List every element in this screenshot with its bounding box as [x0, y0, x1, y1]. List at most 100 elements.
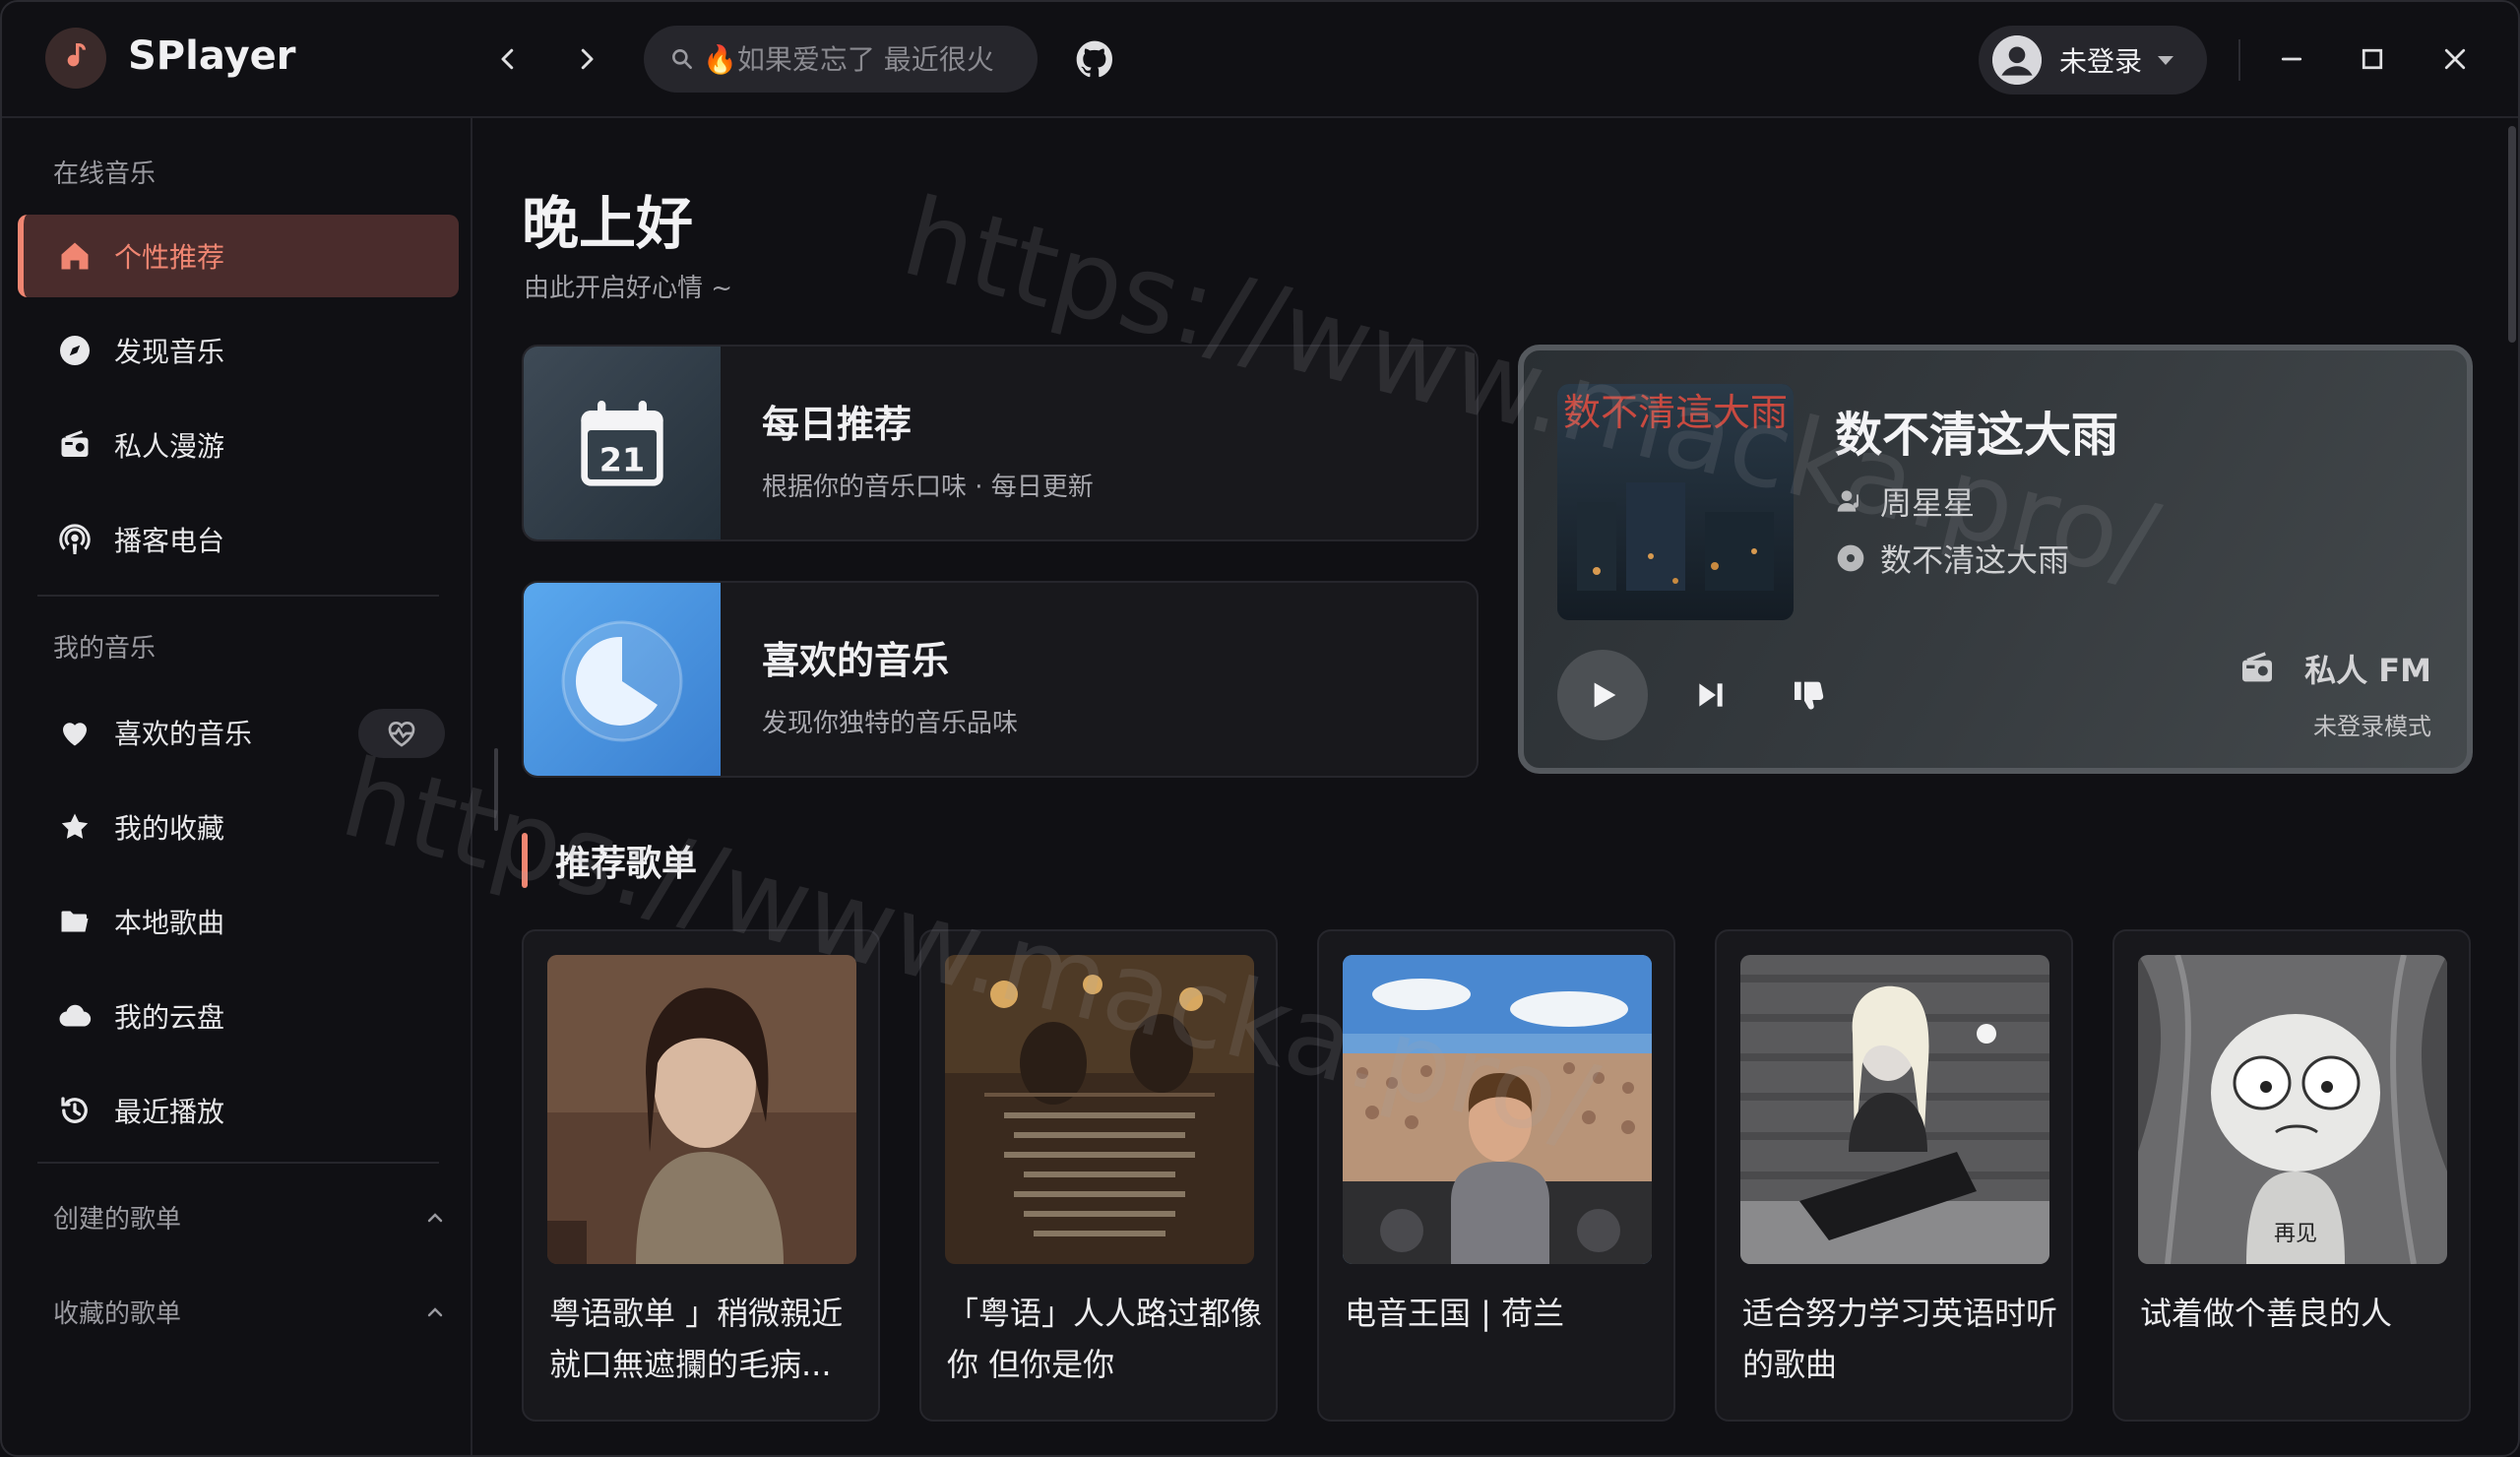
history-icon [61, 1097, 88, 1123]
sidebar-item-label: 本地歌曲 [114, 907, 225, 939]
playlist-card[interactable]: 「粤语」人人路过都像你 但你是你 [919, 929, 1278, 1422]
liked-subtitle: 发现你独特的音乐品味 [762, 709, 1019, 738]
liked-title: 喜欢的音乐 [762, 639, 950, 682]
playlist-cover-art: 再见 [2138, 955, 2447, 1264]
playlist-card[interactable]: 粤语歌单 」稍微親近就口無遮攔的毛病... [522, 929, 880, 1422]
heartbeat-icon [388, 722, 415, 747]
playlist-cover [945, 955, 1254, 1264]
playlist-cover-art [547, 955, 856, 1264]
heart-icon [63, 723, 87, 746]
collected-playlists-title: 收藏的歌单 [53, 1299, 182, 1329]
forward-button[interactable] [565, 37, 608, 81]
created-playlists-title: 创建的歌单 [53, 1205, 182, 1235]
sidebar-item-liked[interactable]: 喜欢的音乐 [18, 691, 459, 774]
album-icon [1837, 544, 1864, 572]
sidebar-item-label: 播客电台 [114, 525, 225, 557]
home-icon [61, 242, 89, 270]
folder-icon [61, 911, 89, 932]
next-icon[interactable] [1691, 675, 1731, 715]
playlist-cover-text: 再见 [2274, 1222, 2317, 1246]
recommend-playlists-header: 推荐歌单 [522, 833, 697, 888]
playlist-cover: 再见 [2138, 955, 2447, 1264]
chevron-right-icon [581, 48, 594, 70]
fm-album[interactable]: 数不清这大雨 [1835, 536, 2069, 581]
liked-disc-icon [561, 620, 683, 742]
playlist-card[interactable]: 电音王国 | 荷兰 [1317, 929, 1675, 1422]
github-button[interactable] [1073, 37, 1116, 81]
title-bar: SPlayer 未登录 [2, 2, 2518, 118]
created-playlists-toggle[interactable]: 创建的歌单 [53, 1199, 447, 1235]
fm-play-button[interactable] [1557, 650, 1648, 740]
sidebar-item-recommend[interactable]: 个性推荐 [18, 215, 459, 297]
sidebar-item-roaming[interactable]: 私人漫游 [18, 404, 459, 486]
sidebar-item-label: 私人漫游 [114, 430, 225, 463]
sidebar-item-cloud[interactable]: 我的云盘 [18, 975, 459, 1057]
daily-title: 每日推荐 [762, 403, 913, 446]
page-subtitle: 由此开启好心情 ~ [524, 274, 733, 303]
maximize-icon [2362, 48, 2383, 70]
scrollbar[interactable] [2508, 126, 2516, 343]
liked-thumb [524, 583, 721, 776]
fm-cover-text: 数不清這大雨 [1563, 391, 1788, 434]
search-box[interactable] [644, 26, 1038, 93]
section-title: 推荐歌单 [555, 844, 698, 884]
daily-recommend-card[interactable]: 21 每日推荐 根据你的音乐口味 · 每日更新 [522, 345, 1479, 541]
playlist-cover [547, 955, 856, 1264]
maximize-button[interactable] [2351, 37, 2394, 81]
search-input[interactable] [703, 42, 1008, 76]
sidebar-item-collection[interactable]: 我的收藏 [18, 786, 459, 868]
sidebar-item-recent[interactable]: 最近播放 [18, 1069, 459, 1152]
back-button[interactable] [486, 37, 530, 81]
fm-cover-art: 数不清這大雨 [1557, 384, 1794, 620]
collected-playlists-toggle[interactable]: 收藏的歌单 [53, 1294, 447, 1330]
main-content: 晚上好 由此开启好心情 ~ 21 每日推荐 根据你的音乐口味 · 每日更新 喜欢… [474, 118, 2518, 1455]
titlebar-divider [2238, 39, 2240, 81]
app-title: SPlayer [128, 33, 296, 79]
sidebar-item-label: 喜欢的音乐 [114, 718, 253, 750]
github-icon [1076, 40, 1112, 78]
user-name: 未登录 [2059, 45, 2143, 78]
fm-song-title: 数不清这大雨 [1835, 408, 2119, 463]
private-fm-card: 数不清這大雨 数不清这大雨 周星星 数不清这大雨 私人 FM 未登录模式 [1518, 345, 2473, 774]
playlist-card[interactable]: 再见 试着做个善良的人 [2112, 929, 2471, 1422]
close-icon [2444, 48, 2466, 70]
sidebar-item-label: 个性推荐 [114, 241, 225, 274]
fm-artist[interactable]: 周星星 [1835, 478, 1975, 524]
section-accent-bar [522, 833, 528, 888]
user-menu-button[interactable]: 未登录 [1979, 26, 2207, 95]
sidebar-divider [37, 595, 439, 597]
fm-artist-name: 周星星 [1880, 484, 1976, 522]
sidebar-item-podcast[interactable]: 播客电台 [18, 498, 459, 581]
fm-mode: 未登录模式 [2313, 713, 2431, 740]
playlist-card[interactable]: 适合努力学习英语时听的歌曲 [1715, 929, 2073, 1422]
minimize-icon [2281, 57, 2302, 61]
playlist-cover-art [945, 955, 1254, 1264]
fm-cover[interactable]: 数不清這大雨 [1557, 384, 1794, 620]
dislike-icon[interactable] [1790, 675, 1829, 715]
close-button[interactable] [2433, 37, 2477, 81]
sidebar-item-label: 最近播放 [114, 1096, 225, 1128]
playlist-cover-art [1343, 955, 1652, 1264]
playlist-name: 「粤语」人人路过都像你 但你是你 [947, 1295, 1262, 1383]
calendar-day: 21 [599, 441, 645, 479]
artist-icon [1837, 490, 1859, 512]
sidebar-item-discover[interactable]: 发现音乐 [18, 309, 459, 392]
heartbeat-mode-button[interactable] [358, 709, 445, 758]
sidebar-item-local[interactable]: 本地歌曲 [18, 880, 459, 963]
chevron-up-icon [427, 1306, 443, 1316]
playlist-name: 试着做个善良的人 [2140, 1295, 2393, 1332]
playlist-name: 适合努力学习英语时听的歌曲 [1742, 1295, 2057, 1383]
radio-icon [61, 430, 89, 457]
sidebar-section-mine: 我的音乐 [53, 634, 157, 664]
fm-album-name: 数不清这大雨 [1880, 541, 2070, 579]
minimize-button[interactable] [2270, 37, 2313, 81]
sidebar-divider [37, 1162, 439, 1164]
playlist-name: 电音王国 | 荷兰 [1345, 1295, 1565, 1332]
play-icon [1594, 682, 1616, 708]
radio-icon [2242, 652, 2273, 682]
daily-thumb: 21 [524, 347, 721, 539]
chevron-up-icon [427, 1212, 443, 1222]
app-logo-icon [45, 28, 106, 89]
compass-icon [60, 336, 90, 365]
liked-music-card[interactable]: 喜欢的音乐 发现你独特的音乐品味 [522, 581, 1479, 778]
